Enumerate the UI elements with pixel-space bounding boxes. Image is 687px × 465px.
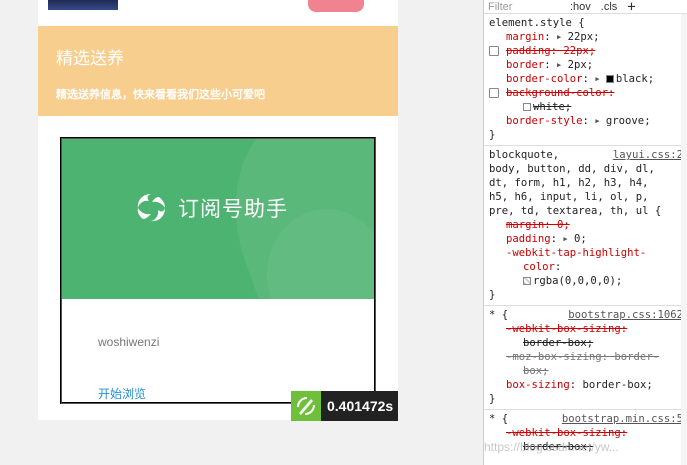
checkbox-icon[interactable]	[489, 46, 499, 56]
property-name[interactable]: box-sizing	[506, 379, 570, 391]
rule-selector: blockquote,	[489, 149, 560, 161]
property-value[interactable]: groove;	[606, 115, 651, 127]
declaration-margin[interactable]: margin: ▶ 22px;	[489, 30, 683, 44]
source-link[interactable]: bootstrap.min.css:5	[562, 412, 683, 426]
triangle-right-icon[interactable]: ▶	[595, 75, 599, 83]
rule-close: }	[489, 289, 496, 301]
rule-selector: pre, td, textarea, th, ul {	[489, 205, 662, 217]
declaration-moz-box-sizing-cont[interactable]: box;	[489, 364, 683, 378]
styles-toolbar: Filter :hov .cls +	[484, 0, 687, 15]
property-value[interactable]: box;	[506, 365, 549, 377]
color-swatch-black[interactable]	[605, 75, 614, 83]
declaration-border[interactable]: border: ▶ 2px;	[489, 58, 683, 72]
rule-header: * { bootstrap.min.css:5	[489, 412, 683, 426]
logo-text: 订阅号助手	[178, 198, 288, 221]
property-overridden[interactable]: -webkit-box-sizing:	[506, 427, 627, 439]
property-overridden[interactable]: -webkit-box-sizing:	[506, 323, 627, 335]
declaration-background-color-cont[interactable]: white;	[489, 100, 683, 114]
rule-element-style: element.style { margin: ▶ 22px; padding:…	[484, 14, 687, 146]
new-rule-button[interactable]: +	[627, 0, 635, 15]
triangle-right-icon[interactable]: ▶	[557, 61, 561, 69]
accent-button[interactable]	[308, 0, 364, 12]
property-disabled[interactable]: padding: 22px;	[506, 45, 595, 57]
rule-selector: body, button, dd, div, dl,	[489, 163, 655, 175]
cls-toggle[interactable]: .cls	[601, 1, 618, 13]
source-link[interactable]: bootstrap.css:1062	[568, 308, 683, 322]
rule-selector: * {	[489, 309, 509, 321]
declaration-tap-highlight-cont[interactable]: color:	[489, 260, 683, 274]
card-cover-image: 订阅号助手	[62, 139, 374, 299]
banner-subtitle: 精选送养信息，快来看看我们这些小可爱吧	[56, 89, 265, 101]
triangle-right-icon[interactable]: ▶	[563, 235, 567, 243]
declaration-moz-box-sizing[interactable]: -moz-box-sizing: border-	[489, 350, 683, 364]
rule-selector: dt, form, h1, h2, h3, h4,	[489, 177, 649, 189]
property-value[interactable]: 0;	[574, 233, 587, 245]
declaration-webkit-box-sizing[interactable]: -webkit-box-sizing:	[489, 426, 683, 440]
screen: 精选送养 精选送养信息，快来看看我们这些小可爱吧 订阅号助手 woshiwenz…	[0, 0, 687, 465]
color-swatch-white[interactable]	[523, 103, 531, 111]
load-timer-badge: 0.401472s	[291, 391, 398, 421]
property-value[interactable]: black;	[616, 73, 654, 85]
devtools-styles-pane: Filter :hov .cls + element.style { margi…	[483, 0, 687, 465]
color-swatch-transparent[interactable]	[523, 277, 531, 285]
rule-header: blockquote, layui.css:2	[489, 148, 683, 162]
property-name[interactable]: -webkit-tap-highlight-	[506, 247, 646, 259]
declaration-tap-highlight-value[interactable]: rgba(0,0,0,0);	[489, 274, 683, 288]
property-disabled[interactable]: background-color:	[506, 87, 614, 99]
property-overridden[interactable]: -moz-box-sizing: border-	[506, 351, 659, 363]
property-overridden[interactable]: margin: 0;	[506, 219, 570, 231]
rule-close: }	[489, 129, 496, 141]
filter-input[interactable]: Filter	[488, 1, 570, 13]
declaration-border-color[interactable]: border-color: ▶ black;	[489, 72, 683, 86]
swirl-logo-icon	[137, 194, 165, 222]
declaration-background-color[interactable]: background-color:	[489, 86, 683, 100]
rule-bootstrap-universal: * { bootstrap.css:1062 -webkit-box-sizin…	[484, 306, 687, 410]
top-strip	[38, 0, 398, 26]
thumbnail-image[interactable]	[48, 0, 118, 10]
property-name[interactable]: border-style	[506, 115, 583, 127]
cover-logo: 订阅号助手	[134, 191, 288, 225]
rule-header: * { bootstrap.css:1062	[489, 308, 683, 322]
scrollbar[interactable]	[681, 14, 687, 465]
property-name[interactable]: margin	[506, 31, 544, 43]
property-name[interactable]: color	[523, 261, 555, 273]
watermark: https://blog.csdn.net/yw...	[484, 440, 619, 454]
property-value[interactable]: white;	[533, 101, 571, 113]
declaration-webkit-box-sizing[interactable]: -webkit-box-sizing:	[489, 322, 683, 336]
hov-toggle[interactable]: :hov	[570, 1, 591, 13]
stopwatch-icon	[291, 391, 321, 421]
triangle-right-icon[interactable]: ▶	[595, 117, 599, 125]
property-value[interactable]: rgba(0,0,0,0);	[533, 275, 622, 287]
declaration-box-sizing[interactable]: box-sizing: border-box;	[489, 378, 683, 392]
timer-value: 0.401472s	[327, 398, 394, 414]
page-preview: 精选送养 精选送养信息，快来看看我们这些小可爱吧 订阅号助手 woshiwenz…	[38, 0, 398, 420]
property-value[interactable]: 22px;	[568, 31, 600, 43]
article-card[interactable]: 订阅号助手 woshiwenzi 开始浏览	[60, 137, 376, 404]
property-value[interactable]: border-box;	[506, 337, 593, 349]
rule-layui-reset: blockquote, layui.css:2 body, button, dd…	[484, 146, 687, 306]
rule-selector: h5, h6, input, li, ol, p,	[489, 191, 649, 203]
checkbox-icon[interactable]	[489, 88, 499, 98]
start-browse-link[interactable]: 开始浏览	[98, 385, 146, 402]
property-value[interactable]: 2px;	[568, 59, 594, 71]
property-name[interactable]: border	[506, 59, 544, 71]
rule-selector: element.style {	[489, 17, 585, 29]
banner-title: 精选送养	[56, 49, 124, 68]
section-banner: 精选送养 精选送养信息，快来看看我们这些小可爱吧	[38, 26, 398, 116]
triangle-right-icon[interactable]: ▶	[557, 33, 561, 41]
declaration-webkit-box-sizing-cont[interactable]: border-box;	[489, 336, 683, 350]
rule-selector: * {	[489, 413, 509, 425]
source-link[interactable]: layui.css:2	[613, 148, 683, 162]
declaration-padding[interactable]: padding: 22px;	[489, 44, 683, 58]
rule-close: }	[489, 393, 496, 405]
property-name[interactable]: padding	[506, 233, 551, 245]
property-name[interactable]: border-color	[506, 73, 583, 85]
declaration-padding[interactable]: padding: ▶ 0;	[489, 232, 683, 246]
declaration-tap-highlight[interactable]: -webkit-tap-highlight-	[489, 246, 683, 260]
property-value[interactable]: border-box;	[583, 379, 653, 391]
declaration-margin[interactable]: margin: 0;	[489, 218, 683, 232]
card-author: woshiwenzi	[98, 335, 160, 349]
declaration-border-style[interactable]: border-style: ▶ groove;	[489, 114, 683, 128]
